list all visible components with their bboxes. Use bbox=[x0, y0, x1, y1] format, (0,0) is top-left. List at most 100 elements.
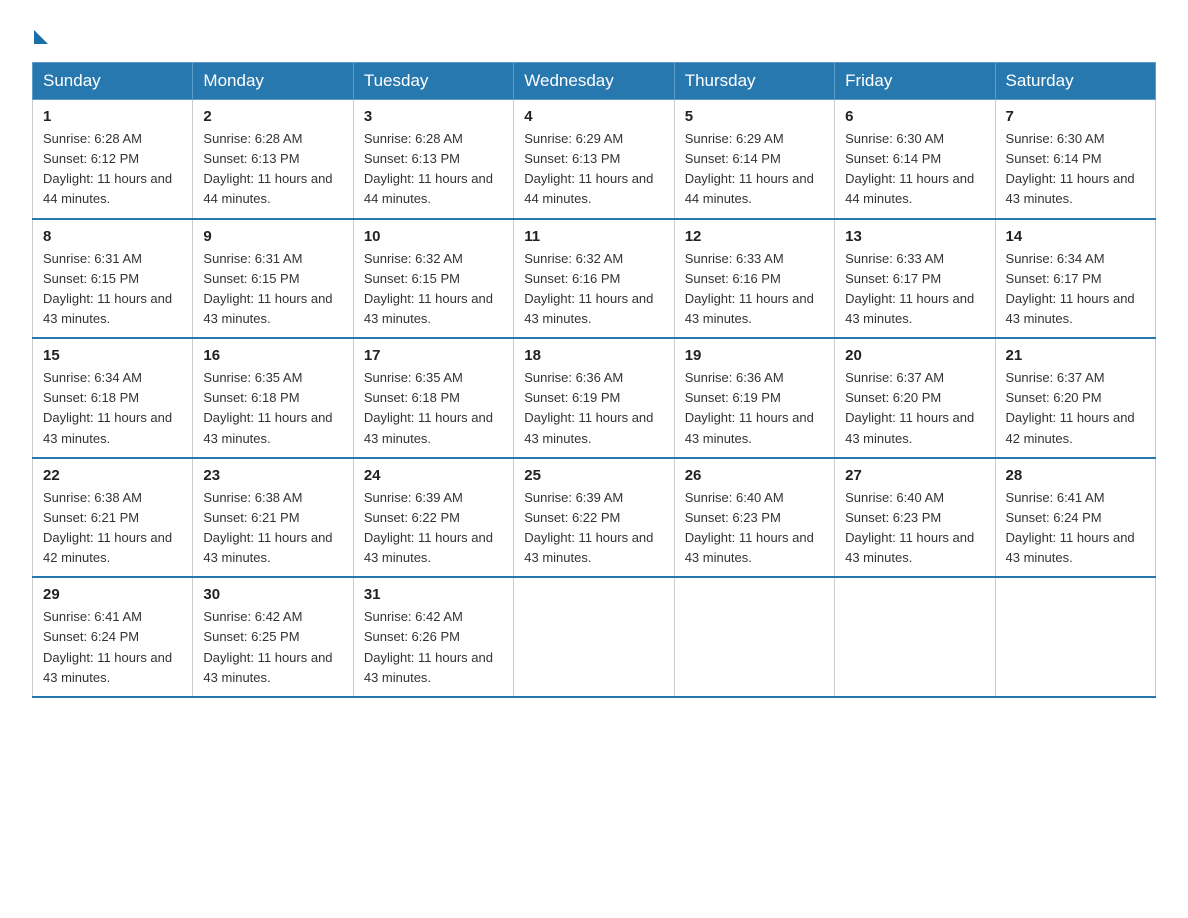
calendar-day-cell: 15 Sunrise: 6:34 AMSunset: 6:18 PMDaylig… bbox=[33, 338, 193, 458]
calendar-day-cell bbox=[674, 577, 834, 697]
day-info: Sunrise: 6:42 AMSunset: 6:25 PMDaylight:… bbox=[203, 609, 332, 684]
calendar-week-row: 1 Sunrise: 6:28 AMSunset: 6:12 PMDayligh… bbox=[33, 100, 1156, 219]
day-info: Sunrise: 6:34 AMSunset: 6:18 PMDaylight:… bbox=[43, 370, 172, 445]
calendar-day-cell: 21 Sunrise: 6:37 AMSunset: 6:20 PMDaylig… bbox=[995, 338, 1155, 458]
day-info: Sunrise: 6:37 AMSunset: 6:20 PMDaylight:… bbox=[1006, 370, 1135, 445]
weekday-header: Thursday bbox=[674, 63, 834, 100]
day-info: Sunrise: 6:33 AMSunset: 6:17 PMDaylight:… bbox=[845, 251, 974, 326]
weekday-header: Wednesday bbox=[514, 63, 674, 100]
day-info: Sunrise: 6:41 AMSunset: 6:24 PMDaylight:… bbox=[43, 609, 172, 684]
day-info: Sunrise: 6:28 AMSunset: 6:13 PMDaylight:… bbox=[364, 131, 493, 206]
calendar-day-cell: 6 Sunrise: 6:30 AMSunset: 6:14 PMDayligh… bbox=[835, 100, 995, 219]
weekday-header: Monday bbox=[193, 63, 353, 100]
calendar-day-cell: 13 Sunrise: 6:33 AMSunset: 6:17 PMDaylig… bbox=[835, 219, 995, 339]
day-number: 26 bbox=[685, 467, 824, 484]
day-info: Sunrise: 6:35 AMSunset: 6:18 PMDaylight:… bbox=[203, 370, 332, 445]
calendar-day-cell bbox=[835, 577, 995, 697]
day-number: 14 bbox=[1006, 228, 1145, 245]
day-info: Sunrise: 6:32 AMSunset: 6:16 PMDaylight:… bbox=[524, 251, 653, 326]
day-number: 13 bbox=[845, 228, 984, 245]
weekday-header-row: SundayMondayTuesdayWednesdayThursdayFrid… bbox=[33, 63, 1156, 100]
day-number: 10 bbox=[364, 228, 503, 245]
day-number: 21 bbox=[1006, 347, 1145, 364]
day-number: 3 bbox=[364, 108, 503, 125]
day-number: 2 bbox=[203, 108, 342, 125]
calendar-day-cell: 24 Sunrise: 6:39 AMSunset: 6:22 PMDaylig… bbox=[353, 458, 513, 578]
calendar-day-cell: 1 Sunrise: 6:28 AMSunset: 6:12 PMDayligh… bbox=[33, 100, 193, 219]
day-number: 27 bbox=[845, 467, 984, 484]
calendar-day-cell: 31 Sunrise: 6:42 AMSunset: 6:26 PMDaylig… bbox=[353, 577, 513, 697]
calendar-day-cell: 28 Sunrise: 6:41 AMSunset: 6:24 PMDaylig… bbox=[995, 458, 1155, 578]
calendar-day-cell: 12 Sunrise: 6:33 AMSunset: 6:16 PMDaylig… bbox=[674, 219, 834, 339]
calendar-day-cell: 7 Sunrise: 6:30 AMSunset: 6:14 PMDayligh… bbox=[995, 100, 1155, 219]
day-number: 24 bbox=[364, 467, 503, 484]
day-number: 29 bbox=[43, 586, 182, 603]
day-info: Sunrise: 6:29 AMSunset: 6:13 PMDaylight:… bbox=[524, 131, 653, 206]
day-number: 22 bbox=[43, 467, 182, 484]
day-info: Sunrise: 6:33 AMSunset: 6:16 PMDaylight:… bbox=[685, 251, 814, 326]
day-info: Sunrise: 6:41 AMSunset: 6:24 PMDaylight:… bbox=[1006, 490, 1135, 565]
day-number: 19 bbox=[685, 347, 824, 364]
day-number: 1 bbox=[43, 108, 182, 125]
calendar-day-cell: 17 Sunrise: 6:35 AMSunset: 6:18 PMDaylig… bbox=[353, 338, 513, 458]
day-info: Sunrise: 6:28 AMSunset: 6:13 PMDaylight:… bbox=[203, 131, 332, 206]
calendar-day-cell: 16 Sunrise: 6:35 AMSunset: 6:18 PMDaylig… bbox=[193, 338, 353, 458]
calendar-week-row: 22 Sunrise: 6:38 AMSunset: 6:21 PMDaylig… bbox=[33, 458, 1156, 578]
day-info: Sunrise: 6:28 AMSunset: 6:12 PMDaylight:… bbox=[43, 131, 172, 206]
calendar-day-cell: 29 Sunrise: 6:41 AMSunset: 6:24 PMDaylig… bbox=[33, 577, 193, 697]
calendar-day-cell: 14 Sunrise: 6:34 AMSunset: 6:17 PMDaylig… bbox=[995, 219, 1155, 339]
calendar-day-cell: 20 Sunrise: 6:37 AMSunset: 6:20 PMDaylig… bbox=[835, 338, 995, 458]
day-number: 5 bbox=[685, 108, 824, 125]
calendar-day-cell: 11 Sunrise: 6:32 AMSunset: 6:16 PMDaylig… bbox=[514, 219, 674, 339]
calendar-day-cell: 18 Sunrise: 6:36 AMSunset: 6:19 PMDaylig… bbox=[514, 338, 674, 458]
day-number: 11 bbox=[524, 228, 663, 245]
day-info: Sunrise: 6:40 AMSunset: 6:23 PMDaylight:… bbox=[845, 490, 974, 565]
weekday-header: Saturday bbox=[995, 63, 1155, 100]
calendar-day-cell: 25 Sunrise: 6:39 AMSunset: 6:22 PMDaylig… bbox=[514, 458, 674, 578]
day-info: Sunrise: 6:31 AMSunset: 6:15 PMDaylight:… bbox=[203, 251, 332, 326]
day-number: 8 bbox=[43, 228, 182, 245]
calendar-table: SundayMondayTuesdayWednesdayThursdayFrid… bbox=[32, 62, 1156, 698]
calendar-day-cell: 27 Sunrise: 6:40 AMSunset: 6:23 PMDaylig… bbox=[835, 458, 995, 578]
calendar-day-cell: 23 Sunrise: 6:38 AMSunset: 6:21 PMDaylig… bbox=[193, 458, 353, 578]
calendar-day-cell: 10 Sunrise: 6:32 AMSunset: 6:15 PMDaylig… bbox=[353, 219, 513, 339]
day-info: Sunrise: 6:38 AMSunset: 6:21 PMDaylight:… bbox=[43, 490, 172, 565]
calendar-day-cell: 2 Sunrise: 6:28 AMSunset: 6:13 PMDayligh… bbox=[193, 100, 353, 219]
calendar-week-row: 8 Sunrise: 6:31 AMSunset: 6:15 PMDayligh… bbox=[33, 219, 1156, 339]
logo bbox=[32, 24, 50, 44]
day-number: 23 bbox=[203, 467, 342, 484]
day-number: 20 bbox=[845, 347, 984, 364]
calendar-week-row: 29 Sunrise: 6:41 AMSunset: 6:24 PMDaylig… bbox=[33, 577, 1156, 697]
day-info: Sunrise: 6:40 AMSunset: 6:23 PMDaylight:… bbox=[685, 490, 814, 565]
day-number: 17 bbox=[364, 347, 503, 364]
day-number: 9 bbox=[203, 228, 342, 245]
day-number: 25 bbox=[524, 467, 663, 484]
calendar-day-cell: 26 Sunrise: 6:40 AMSunset: 6:23 PMDaylig… bbox=[674, 458, 834, 578]
calendar-day-cell bbox=[995, 577, 1155, 697]
day-number: 28 bbox=[1006, 467, 1145, 484]
day-number: 31 bbox=[364, 586, 503, 603]
day-info: Sunrise: 6:36 AMSunset: 6:19 PMDaylight:… bbox=[685, 370, 814, 445]
weekday-header: Tuesday bbox=[353, 63, 513, 100]
day-info: Sunrise: 6:39 AMSunset: 6:22 PMDaylight:… bbox=[524, 490, 653, 565]
calendar-day-cell: 19 Sunrise: 6:36 AMSunset: 6:19 PMDaylig… bbox=[674, 338, 834, 458]
day-info: Sunrise: 6:36 AMSunset: 6:19 PMDaylight:… bbox=[524, 370, 653, 445]
calendar-day-cell: 4 Sunrise: 6:29 AMSunset: 6:13 PMDayligh… bbox=[514, 100, 674, 219]
day-info: Sunrise: 6:34 AMSunset: 6:17 PMDaylight:… bbox=[1006, 251, 1135, 326]
day-info: Sunrise: 6:32 AMSunset: 6:15 PMDaylight:… bbox=[364, 251, 493, 326]
weekday-header: Sunday bbox=[33, 63, 193, 100]
calendar-day-cell: 30 Sunrise: 6:42 AMSunset: 6:25 PMDaylig… bbox=[193, 577, 353, 697]
calendar-day-cell: 3 Sunrise: 6:28 AMSunset: 6:13 PMDayligh… bbox=[353, 100, 513, 219]
day-info: Sunrise: 6:30 AMSunset: 6:14 PMDaylight:… bbox=[1006, 131, 1135, 206]
day-info: Sunrise: 6:38 AMSunset: 6:21 PMDaylight:… bbox=[203, 490, 332, 565]
day-number: 6 bbox=[845, 108, 984, 125]
day-info: Sunrise: 6:29 AMSunset: 6:14 PMDaylight:… bbox=[685, 131, 814, 206]
day-info: Sunrise: 6:35 AMSunset: 6:18 PMDaylight:… bbox=[364, 370, 493, 445]
calendar-day-cell bbox=[514, 577, 674, 697]
calendar-day-cell: 9 Sunrise: 6:31 AMSunset: 6:15 PMDayligh… bbox=[193, 219, 353, 339]
page-header bbox=[32, 24, 1156, 44]
day-number: 7 bbox=[1006, 108, 1145, 125]
day-number: 4 bbox=[524, 108, 663, 125]
day-info: Sunrise: 6:39 AMSunset: 6:22 PMDaylight:… bbox=[364, 490, 493, 565]
calendar-day-cell: 22 Sunrise: 6:38 AMSunset: 6:21 PMDaylig… bbox=[33, 458, 193, 578]
